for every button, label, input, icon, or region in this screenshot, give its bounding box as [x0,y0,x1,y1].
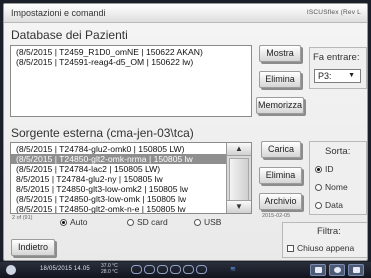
patient-db-list[interactable]: (8/5/2015 | T2459_R1D0_omNE | 150622 AKA… [10,45,252,117]
enter-select-value: P3: [318,71,332,81]
filter-box: Filtra: Chiuso appena [282,222,367,258]
taskbar-datetime: 18/05/2015 14.05 [40,266,90,272]
list-item[interactable]: 8/5/2015 | T24784-glu2-ny | 150805 lw [11,174,227,184]
list-item[interactable]: (8/5/2015 | T24784-lac2 | 150805 LW) [11,164,227,174]
settings-window: Impostazioni e comandi ISCUSflex (Rev L … [3,3,368,261]
status-led-icon [196,265,207,274]
archive-button[interactable]: Archivio [259,193,302,210]
enter-label: Fa entrare: [313,52,360,63]
radio-dot-icon [127,218,134,226]
closed-filter-checkbox[interactable]: Chiuso appena [287,243,354,253]
temperature-2: 28.0 °C [101,269,118,275]
list-item[interactable]: (8/5/2015 | T2459_R1D0_omNE | 150622 AKA… [11,47,251,57]
load-button[interactable]: Carica [261,141,301,158]
app-screen: Impostazioni e comandi ISCUSflex (Rev L … [0,0,371,278]
status-led-icon [170,265,181,274]
list-item[interactable]: (8/5/2015 | T24784-glu2-omk0 | 150805 LW… [11,144,227,154]
list-scrollbar[interactable]: ▲ ▼ [226,143,251,213]
show-button[interactable]: Mostra [259,45,301,62]
enter-box: Fa entrare: P3: ▼ [309,47,367,89]
source-auto-radio[interactable]: Auto [60,217,88,227]
status-led-icon [157,265,168,274]
radio-dot-icon [194,218,201,226]
delete-source-button[interactable]: Elimina [259,167,302,184]
list-item[interactable]: (8/5/2015 | T24591-reag4-d5_OM | 150622 … [11,57,251,67]
back-button[interactable]: Indietro [11,239,55,256]
brand-logo: ISCUSflex (Rev L [306,9,361,16]
list-item-selected[interactable]: (8/5/2015 | T24850-glt2-omk-nrma | 15080… [11,154,227,164]
network-icon: ≋ [230,266,236,273]
sort-name-radio[interactable]: Nome [315,182,348,192]
radio-dot-icon [60,218,67,226]
patient-db-label: Database dei Pazienti [11,28,128,42]
list-item[interactable]: (8/5/2015 | T24850-glt2-omk-n-e | 150805… [11,204,227,213]
taskbar-temperatures: 37.0 °C 28.0 °C [101,263,118,275]
external-source-label: Sorgente esterna (cma-jen-03\tca) [11,126,194,140]
filter-label: Filtra: [317,226,341,237]
enter-select[interactable]: P3: ▼ [314,69,361,83]
external-source-list[interactable]: (8/5/2015 | T24784-glu2-omk0 | 150805 LW… [10,142,252,214]
sort-id-radio[interactable]: ID [315,164,334,174]
source-sdcard-radio[interactable]: SD card [127,217,168,227]
archive-date: 2015-02-05 [262,213,291,219]
scroll-up-icon[interactable]: ▲ [227,143,251,156]
radio-dot-icon [315,183,322,191]
store-button[interactable]: Memorizza [256,97,304,114]
analyzer-icon[interactable] [310,264,326,276]
settings-icon[interactable] [329,264,345,276]
radio-dot-icon [315,201,322,209]
source-usb-radio[interactable]: USB [194,217,221,227]
taskbar: 18/05/2015 14.05 37.0 °C 28.0 °C ≋ [0,262,371,278]
sort-label: Sorta: [325,146,351,157]
status-led-icon [131,265,142,274]
list-count: 2 of (91) [12,215,33,221]
title-bar: Impostazioni e comandi ISCUSflex (Rev L [4,4,367,23]
sort-date-radio[interactable]: Data [315,200,343,210]
chevron-down-icon: ▼ [348,72,355,79]
list-item[interactable]: 8/5/2015 | T24850-glt3-low-omk2 | 150805… [11,184,227,194]
status-led-icon [144,265,155,274]
checkbox-icon [287,244,294,252]
status-led-icon [183,265,194,274]
status-leds [131,265,207,275]
scroll-thumb[interactable] [229,158,249,203]
delete-patient-button[interactable]: Elimina [259,71,301,88]
system-logo-icon[interactable] [6,265,16,275]
radio-dot-icon [315,165,322,173]
window-title: Impostazioni e comandi [11,8,106,18]
help-icon[interactable] [348,264,364,276]
sort-box: Sorta: ID Nome Data [309,141,367,215]
scroll-down-icon[interactable]: ▼ [227,200,251,213]
list-item[interactable]: (8/5/2015 | T24850-glt3-low-omk | 150805… [11,194,227,204]
